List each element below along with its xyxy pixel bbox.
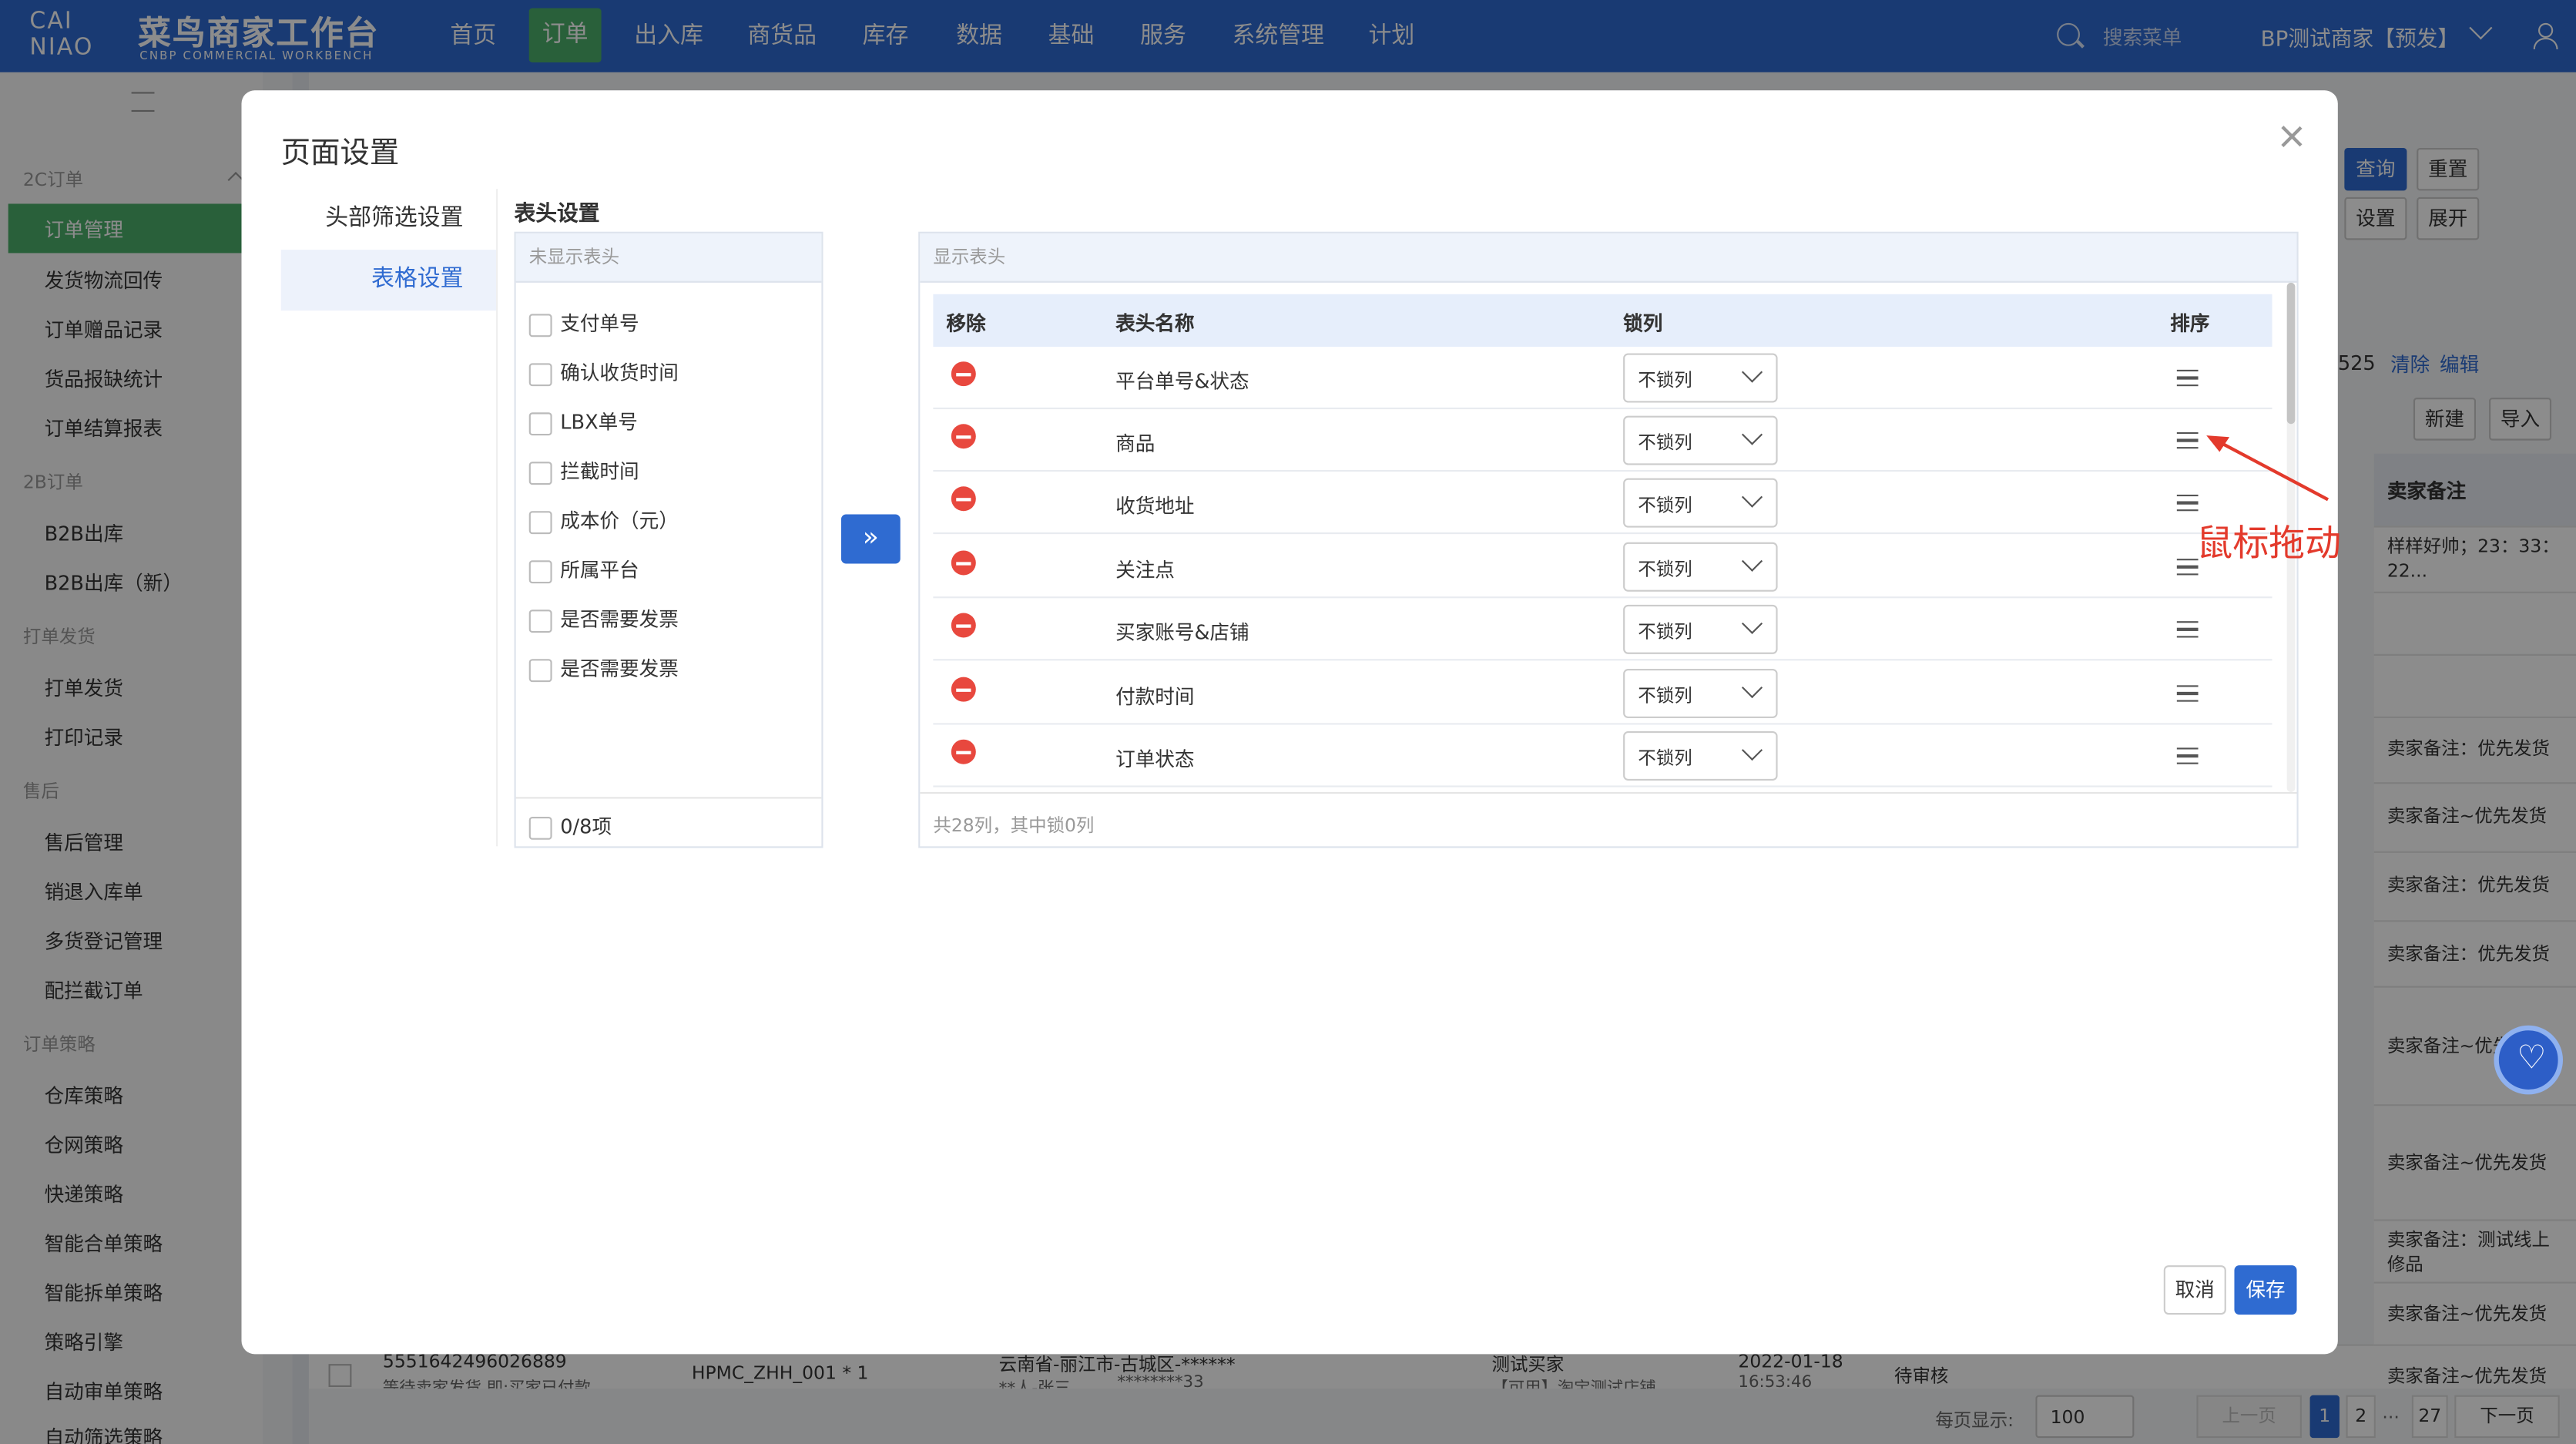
- column-name: 商品: [1115, 432, 1156, 455]
- lock-column-select[interactable]: 不锁列: [1623, 542, 1778, 592]
- remove-icon[interactable]: [951, 739, 976, 764]
- remove-icon[interactable]: [951, 613, 976, 638]
- hidden-column-item[interactable]: 所属平台: [528, 556, 639, 583]
- column-header-name: 表头名称: [1115, 312, 1195, 336]
- chevron-down-icon: [1741, 613, 1763, 634]
- table-row: 订单状态 不锁列: [933, 725, 2272, 787]
- section-title: 表头设置: [514, 202, 600, 227]
- drag-handle-icon[interactable]: [2176, 369, 2199, 387]
- chevron-down-icon: [1741, 424, 1763, 445]
- table-row: 买家账号&店铺 不锁列: [933, 598, 2272, 661]
- remove-icon[interactable]: [951, 361, 976, 387]
- checkbox[interactable]: [528, 815, 552, 839]
- dialog-title: 页面设置: [280, 136, 400, 171]
- divider: [496, 189, 498, 847]
- hidden-column-item[interactable]: 是否需要发票: [528, 605, 679, 633]
- chevron-down-icon: [1741, 486, 1763, 508]
- drag-handle-icon[interactable]: [2176, 621, 2199, 638]
- table-row: 商品 不锁列: [933, 409, 2272, 472]
- page-settings-dialog: 页面设置 头部筛选设置 表格设置 表头设置 未显示表头 支付单号 确认收货时间 …: [241, 90, 2338, 1355]
- lock-column-select[interactable]: 不锁列: [1623, 415, 1778, 465]
- checkbox[interactable]: [528, 510, 552, 534]
- column-name: 买家账号&店铺: [1115, 621, 1249, 645]
- scrollbar-thumb[interactable]: [2286, 282, 2296, 425]
- chevron-down-icon: [1741, 550, 1763, 572]
- select-all-hidden[interactable]: 0/8项: [528, 812, 612, 839]
- column-header-remove: 移除: [946, 312, 986, 336]
- hidden-panel-title: 未显示表头: [515, 233, 822, 283]
- checkbox[interactable]: [528, 362, 552, 386]
- lock-column-select[interactable]: 不锁列: [1623, 478, 1778, 528]
- column-name: 收货地址: [1115, 494, 1195, 518]
- checkbox[interactable]: [528, 609, 552, 633]
- lock-column-select[interactable]: 不锁列: [1623, 669, 1778, 718]
- annotation-arrow: [2206, 435, 2329, 502]
- column-header-sort: 排序: [2170, 312, 2210, 336]
- table-row: 收货地址 不锁列: [933, 472, 2272, 535]
- column-name: 平台单号&状态: [1115, 369, 1249, 393]
- hidden-columns-panel: 未显示表头 支付单号 确认收货时间 LBX单号 拦截时间 成本价（元） 所属平台…: [514, 231, 823, 848]
- hidden-column-item[interactable]: 是否需要发票: [528, 654, 679, 682]
- chevron-down-icon: [1741, 740, 1763, 761]
- remove-icon[interactable]: [951, 486, 976, 512]
- checkbox[interactable]: [528, 658, 552, 682]
- column-name: 关注点: [1115, 559, 1175, 582]
- chevron-down-icon: [1741, 361, 1763, 383]
- checkbox[interactable]: [528, 461, 552, 485]
- annotation-label: 鼠标拖动: [2196, 524, 2342, 566]
- table-row: 关注点 不锁列: [933, 536, 2272, 599]
- shown-panel-title: 显示表头: [920, 233, 2297, 283]
- column-name: 付款时间: [1115, 685, 1195, 709]
- remove-icon[interactable]: [951, 424, 976, 449]
- chevron-down-icon: [1741, 677, 1763, 699]
- app-root: CAI NIAO 菜鸟商家工作台 CNBP COMMERCIAL WORKBEN…: [0, 0, 2576, 1444]
- save-button[interactable]: 保存: [2234, 1265, 2297, 1315]
- cancel-button[interactable]: 取消: [2163, 1265, 2226, 1315]
- assistant-widget-icon[interactable]: [2494, 1025, 2564, 1095]
- checkbox[interactable]: [528, 559, 552, 583]
- shown-columns-table-header: 移除 表头名称 锁列 排序: [933, 294, 2272, 347]
- remove-icon[interactable]: [951, 550, 976, 576]
- remove-icon[interactable]: [951, 677, 976, 702]
- move-to-shown-button[interactable]: »: [840, 514, 901, 564]
- hidden-column-item[interactable]: 支付单号: [528, 309, 639, 337]
- hidden-column-item[interactable]: 成本价（元）: [528, 506, 679, 534]
- close-icon[interactable]: [2279, 123, 2305, 149]
- tab-header-filter-settings[interactable]: 头部筛选设置: [281, 189, 496, 250]
- hidden-column-item[interactable]: 确认收货时间: [528, 358, 679, 386]
- tab-table-settings[interactable]: 表格设置: [280, 250, 497, 311]
- column-count-note: 共28列，其中锁0列: [933, 814, 1095, 837]
- drag-handle-icon[interactable]: [2176, 747, 2199, 764]
- column-name: 订单状态: [1115, 747, 1195, 771]
- shown-columns-panel: 显示表头 移除 表头名称 锁列 排序 平台单号&状态 不锁列 商品 不锁列 收货…: [918, 231, 2299, 848]
- hidden-column-item[interactable]: LBX单号: [528, 408, 638, 435]
- divider: [920, 791, 2297, 794]
- lock-column-select[interactable]: 不锁列: [1623, 604, 1778, 654]
- drag-handle-icon[interactable]: [2176, 559, 2199, 576]
- lock-column-select[interactable]: 不锁列: [1623, 353, 1778, 403]
- checkbox[interactable]: [528, 313, 552, 337]
- table-row: 付款时间 不锁列: [933, 662, 2272, 725]
- hidden-column-item[interactable]: 拦截时间: [528, 457, 639, 485]
- drag-handle-icon[interactable]: [2176, 685, 2199, 702]
- column-header-lock: 锁列: [1623, 312, 1663, 336]
- checkbox[interactable]: [528, 411, 552, 435]
- divider: [515, 797, 822, 799]
- lock-column-select[interactable]: 不锁列: [1623, 731, 1778, 781]
- table-row: 平台单号&状态 不锁列: [933, 347, 2272, 410]
